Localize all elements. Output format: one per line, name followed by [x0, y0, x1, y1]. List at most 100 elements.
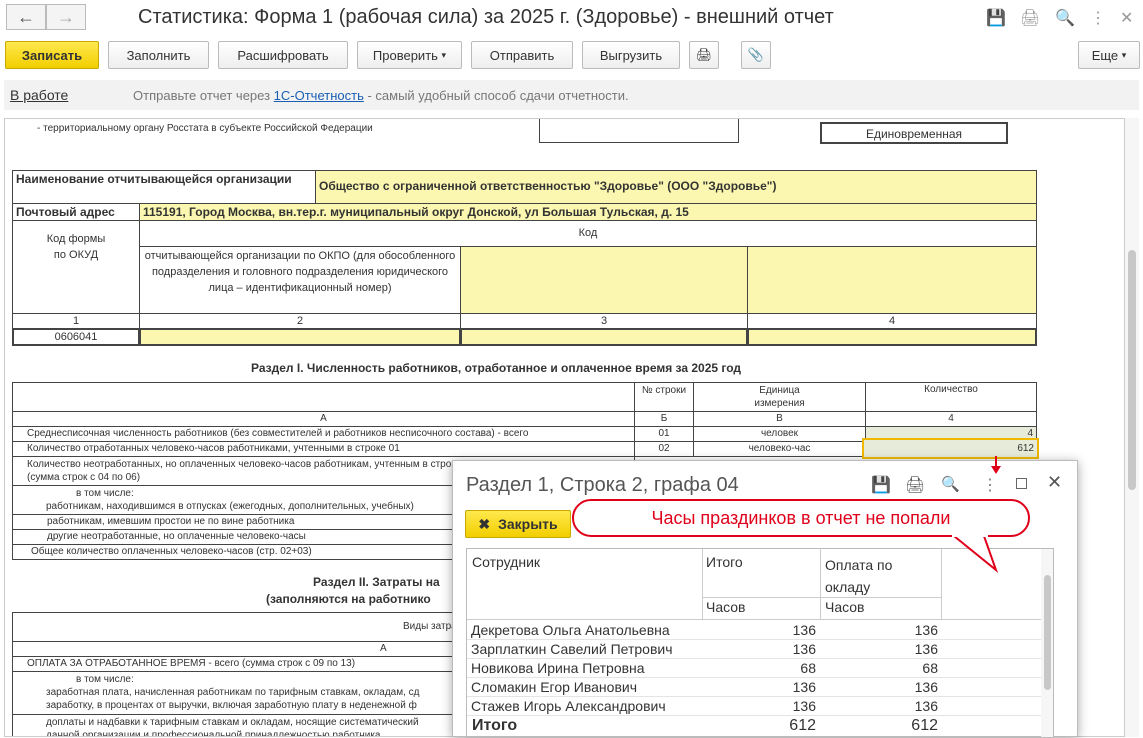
org-label: Наименование отчитывающейся организации	[12, 170, 316, 204]
table-row[interactable]: Декретова Ольга Анатольевна 136 136	[467, 621, 1041, 640]
code-input[interactable]	[460, 328, 748, 346]
dialog-title: Раздел 1, Строка 2, графа 04	[466, 474, 739, 496]
col-num: 2	[139, 313, 461, 329]
table-row[interactable]: Новикова Ирина Петровна 68 68	[467, 659, 1041, 678]
org-value: Общество с ограниченной ответственностью…	[315, 170, 1037, 204]
col-letter: В	[693, 411, 866, 427]
col-letter: 4	[865, 411, 1037, 427]
employee-name: Зарплаткин Савелий Петрович	[471, 641, 673, 657]
salary-hours: 136	[914, 641, 938, 657]
info-text-before: Отправьте отчет через	[133, 88, 274, 103]
okud-label: Код формы по ОКУД	[12, 220, 140, 314]
info-bar: В работе Отправьте отчет через 1С-Отчетн…	[4, 80, 1139, 110]
footer-salary: 612	[911, 717, 938, 734]
table-row[interactable]: Зарплаткин Савелий Петрович 136 136	[467, 640, 1041, 659]
forward-button[interactable]: →	[46, 4, 86, 30]
code-input[interactable]	[747, 328, 1037, 346]
table-row[interactable]: Сломакин Егор Иванович 136 136	[467, 678, 1041, 697]
export-button[interactable]: Выгрузить	[582, 41, 680, 69]
col-num: 3	[460, 313, 748, 329]
qty-header: Количество	[865, 382, 1037, 412]
s1-row-line: 01	[634, 426, 694, 442]
x-icon: ✖	[478, 515, 491, 532]
s1-row-line: 02	[634, 441, 694, 457]
total-hours: 136	[792, 679, 816, 695]
print-icon[interactable]: 🖨	[905, 475, 925, 495]
status-link[interactable]: В работе	[10, 87, 68, 103]
attach-button[interactable]: 📎	[741, 41, 771, 69]
check-button[interactable]: Проверить ▾	[357, 41, 462, 69]
close-label: Закрыть	[498, 516, 558, 532]
line-header: № строки	[634, 382, 694, 412]
col-employee[interactable]: Сотрудник	[472, 554, 540, 570]
col-salary-hours: Часов	[825, 599, 865, 615]
maximize-icon[interactable]	[1016, 478, 1027, 489]
dropdown-icon: ▾	[1121, 49, 1127, 60]
territorial-text: - территориальному органу Росстата в суб…	[37, 123, 373, 134]
okpo-input[interactable]	[139, 328, 461, 346]
s1-row-unit: человек	[693, 426, 866, 442]
okpo-label: отчитывающейся организации по ОКПО (для …	[139, 246, 461, 314]
col-letter: Б	[634, 411, 694, 427]
col-num: 4	[747, 313, 1037, 329]
footer-label: Итого	[472, 717, 518, 734]
callout-pointer	[951, 456, 1001, 573]
print-icon[interactable]: 🖨	[1020, 8, 1040, 28]
footer-total: 612	[789, 717, 816, 734]
table-row[interactable]: Стажев Игорь Александрович 136 136	[467, 697, 1041, 716]
more-label: Еще	[1091, 47, 1119, 63]
s1-row-label: Среднесписочная численность работников (…	[12, 426, 635, 442]
save-icon[interactable]: 💾	[871, 475, 891, 495]
salary-hours: 136	[914, 622, 938, 638]
send-button[interactable]: Отправить	[471, 41, 573, 69]
col-letter: А	[12, 411, 635, 427]
close-icon[interactable]: ✕	[1047, 472, 1062, 493]
back-button[interactable]: ←	[6, 4, 46, 30]
preview-icon[interactable]: 🔍	[1055, 8, 1075, 28]
check-label: Проверить	[372, 47, 438, 63]
info-text-after: - самый удобный способ сдачи отчетности.	[363, 88, 629, 103]
employee-name: Декретова Ольга Анатольевна	[471, 622, 670, 638]
section2-title: Раздел II. Затраты на	[313, 575, 440, 589]
s1-row-label: Количество отработанных человеко-часов р…	[12, 441, 635, 457]
info-text: Отправьте отчет через 1С-Отчетность - са…	[133, 88, 629, 103]
col-salary[interactable]: Оплата по окладу	[825, 554, 935, 598]
code-label: Код	[139, 220, 1037, 247]
total-hours: 68	[800, 660, 816, 676]
unit-header: Единица измерения	[693, 382, 866, 412]
save-icon[interactable]: 💾	[986, 8, 1006, 28]
employee-name: Новикова Ирина Петровна	[471, 660, 645, 676]
document-scrollbar[interactable]	[1125, 118, 1139, 737]
total-hours: 136	[792, 641, 816, 657]
salary-hours: 136	[914, 698, 938, 714]
employee-name: Стажев Игорь Александрович	[471, 698, 666, 714]
col-total[interactable]: Итого	[706, 554, 743, 570]
print-button[interactable]: 🖨	[689, 41, 719, 69]
address-value: 115191, Город Москва, вн.тер.г. муниципа…	[139, 203, 1037, 221]
more-button[interactable]: Еще ▾	[1078, 41, 1140, 69]
save-button[interactable]: Записать	[5, 41, 99, 69]
salary-hours: 68	[922, 660, 938, 676]
decode-button[interactable]: Расшифровать	[218, 41, 348, 69]
total-hours: 136	[792, 622, 816, 638]
table-scrollbar[interactable]	[1041, 549, 1053, 737]
col-total-hours: Часов	[706, 599, 746, 615]
close-button[interactable]: ✖ Закрыть	[465, 510, 571, 538]
section1-title: Раздел I. Численность работников, отрабо…	[251, 361, 742, 375]
okud-value: 0606041	[12, 328, 140, 346]
window-title: Статистика: Форма 1 (рабочая сила) за 20…	[138, 6, 834, 28]
employee-name: Сломакин Егор Иванович	[471, 679, 637, 695]
s1-row-unit: человеко-час	[693, 441, 866, 457]
address-label: Почтовый адрес	[12, 203, 140, 221]
dropdown-icon: ▾	[441, 49, 447, 60]
reporting-link[interactable]: 1С-Отчетность	[274, 88, 364, 103]
total-hours: 136	[792, 698, 816, 714]
col-num: 1	[12, 313, 140, 329]
fill-button[interactable]: Заполнить	[108, 41, 209, 69]
salary-hours: 136	[914, 679, 938, 695]
periodicity: Единовременная	[820, 122, 1008, 144]
decode-table: Сотрудник Итого Оплата по окладу Часов Ч…	[466, 548, 1054, 738]
more-icon[interactable]: ⋮	[1090, 8, 1106, 28]
close-icon[interactable]: ✕	[1120, 8, 1133, 28]
section2-subtitle: (заполняются на работнико	[266, 592, 431, 606]
